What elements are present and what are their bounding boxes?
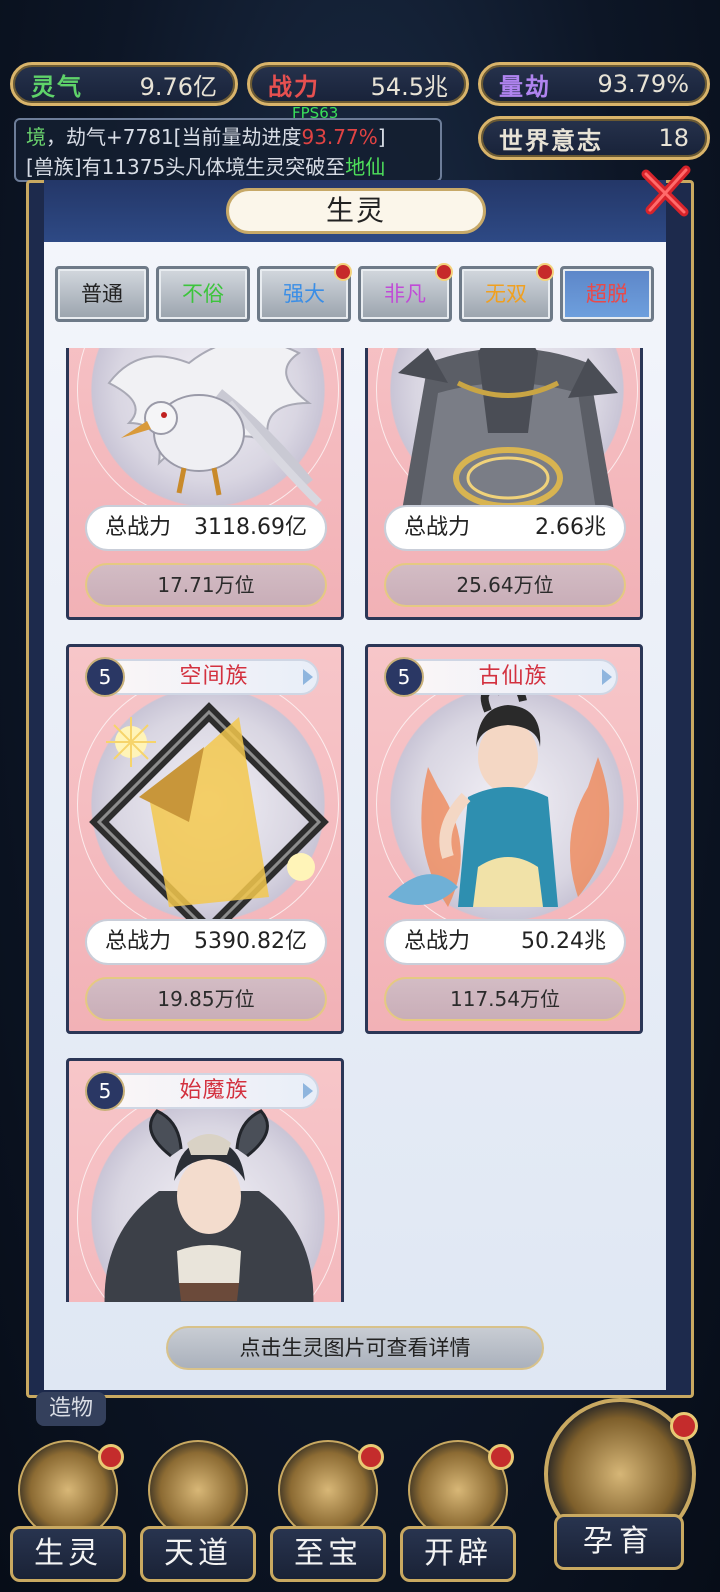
creature-list[interactable]: 总战力 3118.69亿 17.71万位 总战力 2.66兆 25.64万位 5… — [66, 348, 646, 1302]
fps-counter: FPS63 — [292, 104, 339, 122]
power-value: 5390.82亿 — [194, 929, 307, 954]
arrow-icon — [303, 669, 313, 685]
zaowu-button[interactable]: 造物 — [36, 1392, 106, 1426]
race-name: 始魔族 — [179, 1078, 249, 1103]
liangjie-stat[interactable]: 量劫 93.79% — [478, 62, 710, 106]
rank-pill: 117.54万位 — [384, 977, 626, 1021]
tab-qiangda[interactable]: 强大 — [257, 263, 352, 322]
total-power: 总战力 50.24兆 — [384, 919, 626, 965]
zhanli-stat[interactable]: 战力 54.5兆 — [247, 62, 469, 106]
rank-pill: 19.85万位 — [85, 977, 327, 1021]
nav-yunyu-button[interactable]: 孕育 — [536, 1398, 704, 1588]
ticker-line-1: 境，劫气+7781[当前量劫进度93.77%] — [26, 122, 430, 152]
nav-label: 开辟 — [400, 1526, 516, 1582]
power-label: 总战力 — [404, 515, 471, 540]
tab-label: 强大 — [283, 282, 325, 306]
event-ticker: 境，劫气+7781[当前量劫进度93.77%] [兽族]有11375头凡体境生灵… — [14, 118, 442, 182]
total-power: 总战力 5390.82亿 — [85, 919, 327, 965]
panel-title: 生灵 — [226, 188, 486, 234]
total-power: 总战力 3118.69亿 — [85, 505, 327, 551]
shijie-yizhi-stat[interactable]: 世界意志 18 — [478, 116, 710, 160]
lingqi-stat[interactable]: 灵气 9.76亿 — [10, 62, 238, 106]
rank-pill: 17.71万位 — [85, 563, 327, 607]
level-badge: 5 — [85, 1071, 125, 1111]
tab-wushuang[interactable]: 无双 — [459, 263, 554, 322]
arrow-icon — [602, 669, 612, 685]
tab-label: 超脱 — [586, 282, 628, 306]
tab-feifan[interactable]: 非凡 — [358, 263, 453, 322]
notification-dot — [334, 263, 352, 281]
ticker-text: 境 — [26, 125, 46, 149]
tab-label: 不俗 — [182, 282, 224, 306]
nav-label: 孕育 — [554, 1514, 684, 1570]
ticker-text: ，劫气+7781[当前量劫进度 — [46, 125, 302, 149]
close-icon[interactable] — [636, 160, 698, 222]
tab-chaotuo[interactable]: 超脱 — [560, 266, 654, 322]
race-badge: 5 古仙族 — [384, 657, 618, 697]
ticker-text: 地仙 — [345, 155, 386, 179]
power-value: 50.24兆 — [521, 929, 606, 954]
total-power: 总战力 2.66兆 — [384, 505, 626, 551]
lingqi-label: 灵气 — [31, 72, 83, 101]
race-name: 空间族 — [179, 664, 249, 689]
tab-label: 无双 — [485, 282, 527, 306]
zhanli-label: 战力 — [268, 72, 320, 101]
ticker-text: ] — [377, 125, 386, 149]
power-value: 3118.69亿 — [194, 515, 307, 540]
liangjie-label: 量劫 — [499, 72, 551, 101]
nav-zhibao-button[interactable]: 至宝 — [270, 1440, 386, 1588]
power-label: 总战力 — [404, 929, 471, 954]
zhanli-value: 54.5兆 — [370, 72, 448, 101]
nav-label: 天道 — [140, 1526, 256, 1582]
nav-label: 至宝 — [270, 1526, 386, 1582]
level-badge: 5 — [384, 657, 424, 697]
nav-label: 生灵 — [10, 1526, 126, 1582]
power-label: 总战力 — [105, 929, 172, 954]
notification-dot — [98, 1444, 124, 1470]
notification-dot — [536, 263, 554, 281]
notification-dot — [435, 263, 453, 281]
tab-label: 非凡 — [384, 282, 426, 306]
race-badge: 5 始魔族 — [85, 1071, 319, 1111]
level-badge: 5 — [85, 657, 125, 697]
tiandao-emblem-icon — [148, 1440, 248, 1540]
tab-label: 普通 — [81, 282, 123, 306]
notification-dot — [670, 1412, 698, 1440]
creature-card[interactable]: 5 古仙族 总战力 50.24兆 117.54万位 — [365, 644, 643, 1034]
power-label: 总战力 — [105, 515, 172, 540]
notification-dot — [488, 1444, 514, 1470]
ticker-text: [兽族]有11375头凡体境生灵突破至 — [26, 155, 346, 179]
nav-shengling-button[interactable]: 生灵 — [10, 1440, 126, 1588]
nav-tiandao-button[interactable]: 天道 — [140, 1440, 256, 1588]
tab-busu[interactable]: 不俗 — [156, 266, 250, 322]
creature-card[interactable]: 5 空间族 总战力 5390.82亿 19.85万位 — [66, 644, 344, 1034]
hint-text: 点击生灵图片可查看详情 — [166, 1326, 544, 1370]
notification-dot — [358, 1444, 384, 1470]
nav-kaipi-button[interactable]: 开辟 — [400, 1440, 516, 1588]
race-name: 古仙族 — [478, 664, 548, 689]
creature-card[interactable]: 总战力 3118.69亿 17.71万位 — [66, 348, 344, 620]
lingqi-value: 9.76亿 — [139, 72, 217, 101]
ticker-text: 93.77% — [301, 125, 378, 149]
shijie-yizhi-label: 世界意志 — [499, 126, 603, 155]
shijie-yizhi-value: 18 — [658, 124, 689, 152]
power-value: 2.66兆 — [535, 515, 606, 540]
creature-card[interactable]: 5 始魔族 — [66, 1058, 344, 1302]
ticker-line-2: [兽族]有11375头凡体境生灵突破至地仙 — [26, 152, 430, 180]
liangjie-value: 93.79% — [597, 70, 689, 98]
arrow-icon — [303, 1083, 313, 1099]
race-badge: 5 空间族 — [85, 657, 319, 697]
rank-pill: 25.64万位 — [384, 563, 626, 607]
creature-card[interactable]: 总战力 2.66兆 25.64万位 — [365, 348, 643, 620]
tab-putong[interactable]: 普通 — [55, 266, 149, 322]
